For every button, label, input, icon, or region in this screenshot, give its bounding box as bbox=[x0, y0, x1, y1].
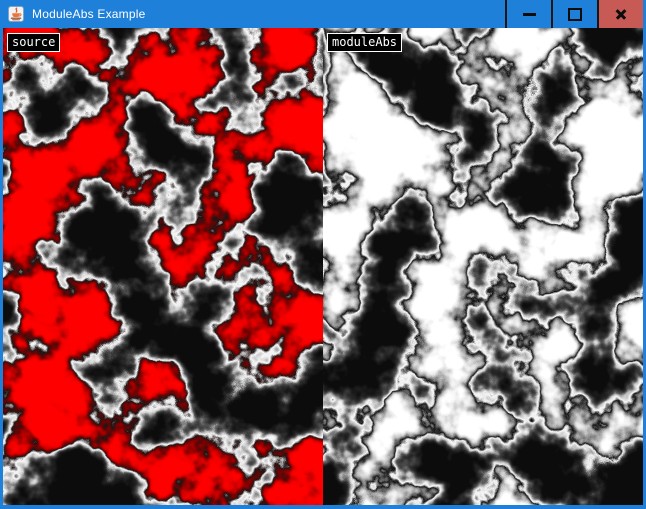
source-noise-image bbox=[3, 28, 323, 505]
source-panel: source bbox=[3, 28, 323, 505]
window-title: ModuleAbs Example bbox=[32, 7, 145, 21]
java-coffee-cup-icon[interactable] bbox=[8, 6, 24, 22]
close-x-icon bbox=[614, 7, 628, 21]
maximize-button[interactable] bbox=[551, 0, 597, 28]
titlebar[interactable]: ModuleAbs Example bbox=[0, 0, 646, 28]
window-controls bbox=[505, 0, 643, 28]
window-content: source bbox=[3, 28, 643, 505]
source-label: source bbox=[7, 33, 60, 52]
minimize-dash-icon bbox=[523, 13, 536, 16]
moduleabs-panel: moduleAbs bbox=[323, 28, 643, 505]
moduleabs-noise-image bbox=[323, 28, 643, 505]
close-button[interactable] bbox=[597, 0, 643, 28]
app-window: ModuleAbs Example bbox=[0, 0, 646, 509]
maximize-square-icon bbox=[568, 8, 582, 21]
moduleabs-label: moduleAbs bbox=[327, 33, 402, 52]
minimize-button[interactable] bbox=[505, 0, 551, 28]
